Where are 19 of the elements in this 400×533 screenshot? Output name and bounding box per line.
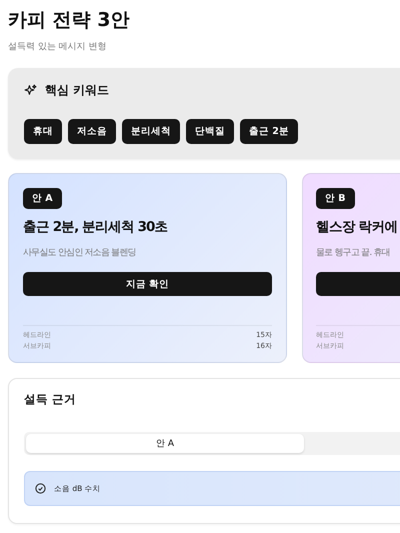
keyword-tag: 단백질 [186,119,234,144]
variant-headline: 헬스장 락커에 [316,218,398,236]
keyword-tag: 출근 2분 [240,119,298,144]
panel-title: 핵심 키워드 [45,82,110,99]
keyword-tag: 휴대 [24,119,62,144]
page-title: 카피 전략 3안 [8,8,130,32]
keyword-tag: 저소음 [68,119,116,144]
variant-headline: 출근 2분, 분리세척 30초 [23,218,168,236]
variant-subcopy: 사무실도 안심인 저소음 블렌딩 [23,247,136,259]
variant-tab[interactable]: 안 A [26,434,304,453]
variant-badge: 안 A [23,188,62,209]
keyword-tag: 분리세척 [122,119,180,144]
panel-title: 설득 근거 [24,392,78,407]
page-subtitle: 설득력 있는 메시지 변형 [8,41,108,53]
check-circle-icon [35,483,46,494]
variant-subcopy: 물로 헹구고 끝. 휴대 [316,247,390,259]
cta-button[interactable]: 지금 확인 [23,272,272,296]
sparkle-icon [24,84,37,97]
variant-badge: 안 B [316,188,355,209]
